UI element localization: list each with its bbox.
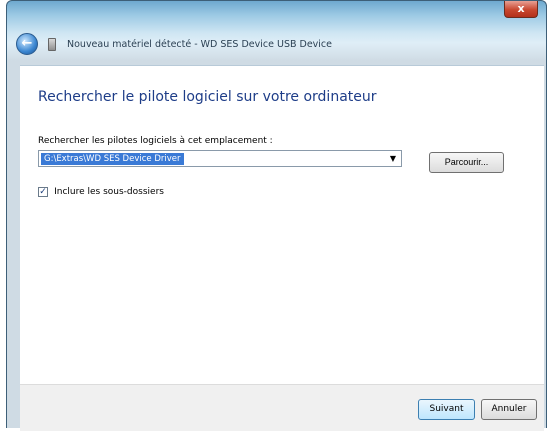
page-title: Rechercher le pilote logiciel sur votre … (38, 89, 377, 105)
close-icon: x (517, 2, 525, 15)
back-arrow-icon: ← (21, 36, 33, 51)
include-subfolders-label[interactable]: Inclure les sous-dossiers (54, 187, 164, 197)
next-button-label: Suivant (429, 404, 464, 414)
close-button[interactable]: x (504, 1, 538, 18)
browse-button-label: Parcourir... (444, 157, 489, 167)
driver-path-combobox[interactable]: G:\Extras\WD SES Device Driver ▼ (38, 150, 402, 167)
chevron-down-icon[interactable]: ▼ (387, 152, 399, 165)
browse-button[interactable]: Parcourir... (429, 152, 504, 173)
content-panel: Rechercher le pilote logiciel sur votre … (20, 65, 544, 431)
cancel-button[interactable]: Annuler (481, 399, 537, 420)
checkmark-icon: ✓ (39, 186, 47, 197)
include-subfolders-option[interactable]: ✓ Inclure les sous-dossiers (38, 181, 164, 197)
back-button[interactable]: ← (16, 33, 38, 55)
device-icon (48, 38, 56, 51)
window-title: Nouveau matériel détecté - WD SES Device… (67, 39, 332, 50)
cancel-button-label: Annuler (491, 404, 527, 414)
dialog-window: x ← Nouveau matériel détecté - WD SES De… (6, 0, 547, 431)
next-button[interactable]: Suivant (418, 399, 475, 420)
driver-path-value[interactable]: G:\Extras\WD SES Device Driver (41, 153, 184, 165)
include-subfolders-checkbox[interactable]: ✓ (38, 186, 48, 197)
location-label: Rechercher les pilotes logiciels à cet e… (38, 136, 273, 146)
dialog-footer: Suivant Annuler (20, 384, 544, 431)
